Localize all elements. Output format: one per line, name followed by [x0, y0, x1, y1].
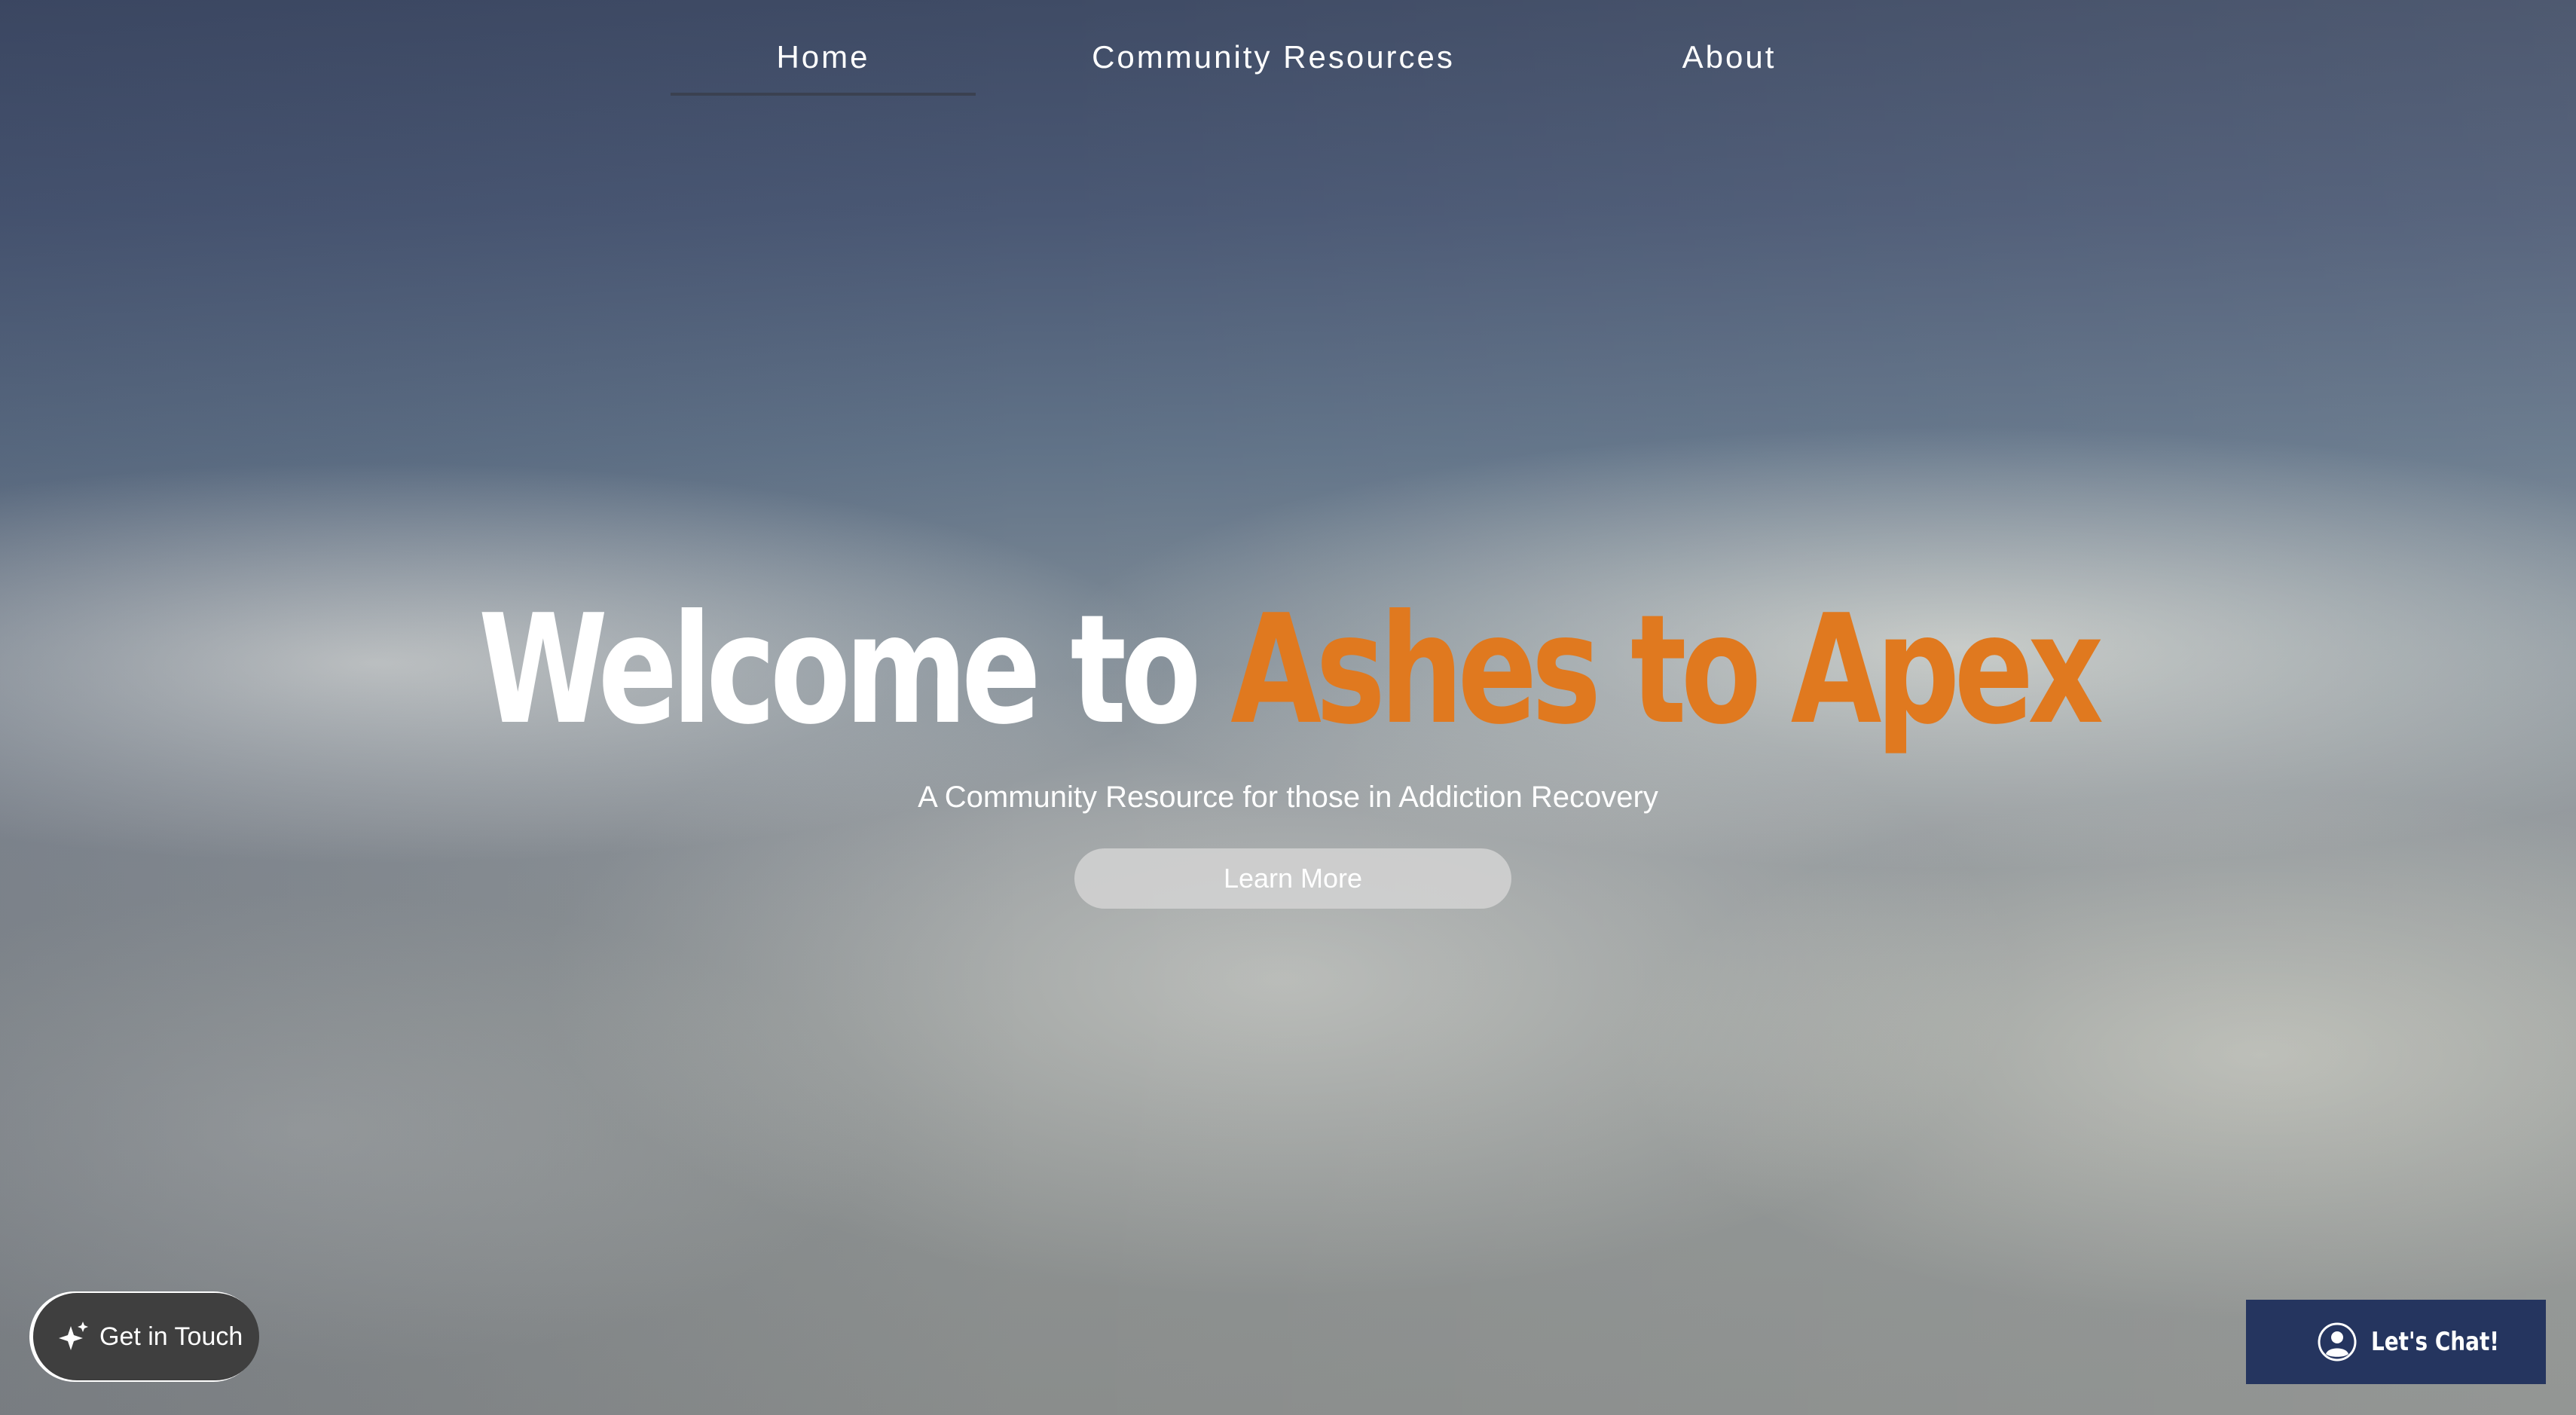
hero-title-highlight: Ashes to Apex: [1230, 582, 2104, 758]
nav-active-indicator: [671, 93, 976, 96]
nav-item-community-resources[interactable]: Community Resources: [1062, 39, 1484, 75]
learn-more-button[interactable]: Learn More: [1074, 848, 1511, 909]
sparkle-icon: [59, 1322, 88, 1350]
chat-label: Let's Chat!: [2371, 1327, 2500, 1357]
hero-title-prefix: Welcome to: [478, 582, 1231, 758]
get-in-touch-button[interactable]: Get in Touch: [33, 1293, 259, 1380]
nav-item-about[interactable]: About: [1597, 39, 1861, 75]
nav-item-home[interactable]: Home: [671, 39, 976, 75]
user-circle-icon: [2318, 1322, 2357, 1362]
get-in-touch-label: Get in Touch: [99, 1322, 243, 1351]
top-navigation: Home Community Resources About: [0, 0, 2576, 98]
chat-button[interactable]: Let's Chat!: [2246, 1300, 2546, 1384]
hero-subtitle: A Community Resource for those in Addict…: [918, 781, 1658, 814]
hero-title: Welcome to Ashes to Apex: [283, 580, 2293, 761]
